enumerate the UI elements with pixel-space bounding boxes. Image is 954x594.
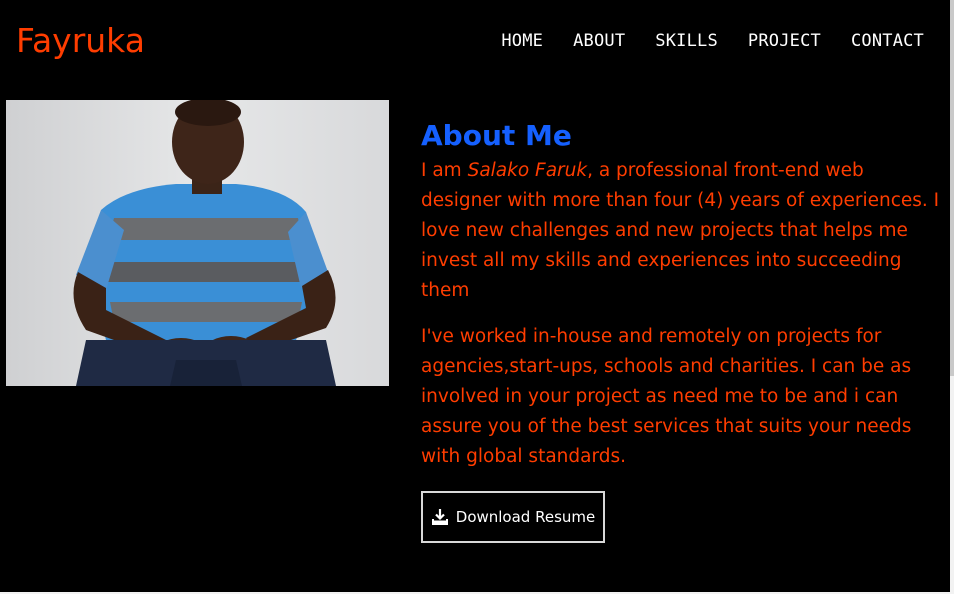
author-name: Salako Faruk [467, 160, 588, 181]
download-icon [431, 508, 449, 526]
para1-prefix: I am [421, 160, 468, 181]
about-title: About Me [421, 119, 572, 152]
download-resume-button[interactable]: Download Resume [421, 491, 605, 543]
nav-skills[interactable]: SKILLS [655, 30, 718, 52]
para1-suffix: , a professional front-end web designer … [421, 160, 940, 301]
brand-logo[interactable]: Fayruka [16, 20, 145, 62]
about-paragraph-2: I've worked in-house and remotely on pro… [421, 326, 912, 467]
nav-contact[interactable]: CONTACT [851, 30, 924, 52]
scrollbar-thumb[interactable] [950, 0, 954, 376]
scrollbar-track[interactable] [950, 0, 954, 594]
page: Fayruka HOME ABOUT SKILLS PROJECT CONTAC… [0, 0, 954, 594]
about-section: About Me I am Salako Faruk, a profession… [421, 118, 941, 472]
main-nav: HOME ABOUT SKILLS PROJECT CONTACT [471, 30, 924, 52]
profile-photo [6, 100, 389, 386]
download-resume-label: Download Resume [455, 508, 596, 526]
nav-about[interactable]: ABOUT [573, 30, 625, 52]
nav-project[interactable]: PROJECT [748, 30, 821, 52]
about-paragraph-1: I am Salako Faruk, a professional front-… [421, 156, 941, 306]
nav-home[interactable]: HOME [501, 30, 543, 52]
